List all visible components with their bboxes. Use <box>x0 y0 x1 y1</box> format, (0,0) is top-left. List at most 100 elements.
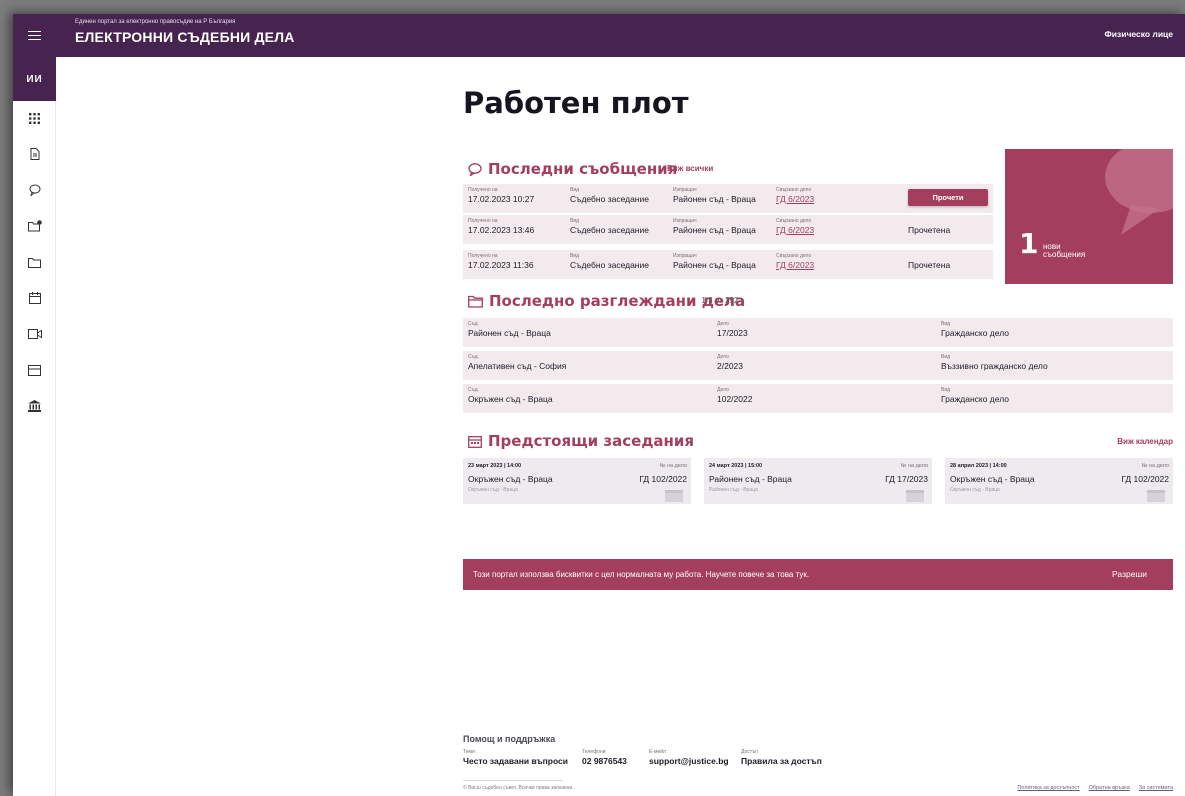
document-icon[interactable] <box>13 145 56 163</box>
hearing-card[interactable]: 28 април 2023 | 14:00 № на дело Окръжен … <box>945 458 1173 504</box>
avatar[interactable]: ИИ <box>13 57 56 101</box>
new-messages-tile[interactable]: 1 нови съобщения <box>1005 149 1173 284</box>
case-label: Свързано дело <box>776 187 812 193</box>
type-label: Вид <box>941 387 951 393</box>
hearing-court: Окръжен съд - Враца <box>468 474 553 484</box>
court-label: Съд <box>468 321 478 327</box>
sender-label: Изпращач <box>673 253 697 259</box>
access-rules-link[interactable]: Правила за достъп <box>741 756 822 766</box>
footer-topics[interactable]: Теми Често задавани въпроси <box>463 749 568 766</box>
court-value: Районен съд - Враца <box>468 328 551 338</box>
hearing-case-number: ГД 102/2022 <box>639 474 687 484</box>
hearings-title-text: Предстоящи заседания <box>488 432 695 450</box>
received-value: 17.02.2023 13:46 <box>468 225 535 235</box>
sender-label: Изпращач <box>673 218 697 224</box>
case-label: Свързано дело <box>776 253 812 259</box>
case-link[interactable]: ГД 6/2023 <box>776 225 814 235</box>
footer-links: Политика за достъпност Обратна връзка За… <box>1017 785 1173 791</box>
folder-new-icon[interactable] <box>13 217 56 235</box>
calendar-icon <box>468 435 482 448</box>
court-value: Окръжен съд - Враца <box>468 394 553 404</box>
copyright: © Висш съдебен съвет. Всички права запаз… <box>463 785 574 791</box>
sender-value: Районен съд - Враца <box>673 225 756 235</box>
calendar-icon <box>906 490 924 502</box>
sidebar: ИИ <box>13 57 56 796</box>
top-bar: Единен портал за електронно правосъдие н… <box>13 14 1185 57</box>
case-value: 102/2022 <box>717 394 753 404</box>
folder-icon <box>468 295 483 308</box>
chat-icon[interactable] <box>13 181 56 199</box>
received-value: 17.02.2023 11:36 <box>468 260 534 270</box>
menu-icon[interactable] <box>13 14 56 57</box>
hearing-court: Районен съд - Враца <box>709 474 792 484</box>
grid-icon[interactable] <box>13 109 56 127</box>
accept-cookies-button[interactable]: Разреши <box>1112 569 1147 579</box>
read-button[interactable]: Прочети <box>908 189 988 206</box>
case-link[interactable]: ГД 6/2023 <box>776 194 814 204</box>
see-all-messages-link[interactable]: Виж всички <box>667 164 713 173</box>
hearing-court-small: Окръжен съд - Враца <box>468 487 518 493</box>
case-link[interactable]: ГД 6/2023 <box>776 260 814 270</box>
footer-divider <box>463 780 563 781</box>
sender-value: Районен съд - Враца <box>673 260 756 270</box>
email-link[interactable]: support@justice.bg <box>649 756 729 766</box>
faq-link[interactable]: Често задавани въпроси <box>463 756 568 766</box>
case-row[interactable]: Съд Окръжен съд - Враца Дело 102/2022 Вид Г… <box>463 384 1173 413</box>
portal-title[interactable]: ЕЛЕКТРОННИ СЪДЕБНИ ДЕЛА <box>75 29 295 45</box>
speech-bubble-icon <box>1105 149 1173 235</box>
messages-title-text: Последни съобщения <box>488 160 678 178</box>
hearing-court-small: Районен съд - Враца <box>709 487 758 493</box>
message-row[interactable]: Получено на 17.02.2023 10:27 Вид Съдебно з… <box>463 184 993 213</box>
type-value: Съдебно заседание <box>570 194 649 204</box>
hearing-case-number: ГД 17/2023 <box>885 474 928 484</box>
chat-icon <box>468 162 482 176</box>
hearing-date: 24 март 2023 | 15:00 <box>709 463 763 469</box>
card-icon[interactable] <box>13 361 56 379</box>
case-label: Свързано дело <box>776 218 812 224</box>
hearing-date: 28 април 2023 | 14:00 <box>950 463 1007 469</box>
received-label: Получено на <box>468 218 498 224</box>
calendar-icon <box>1147 490 1165 502</box>
case-label: Дело <box>717 321 729 327</box>
received-label: Получено на <box>468 187 498 193</box>
footer-label: E-мейл <box>649 749 666 755</box>
message-row[interactable]: Получено на 17.02.2023 11:36 Вид Съдебно з… <box>463 250 993 279</box>
court-value: Апелативен съд - София <box>468 361 567 371</box>
folder-icon[interactable] <box>13 253 56 271</box>
accessibility-link[interactable]: Политика за достъпност <box>1017 785 1079 791</box>
case-row[interactable]: Съд Районен съд - Враца Дело 17/2023 Вид Гр… <box>463 318 1173 347</box>
type-value: Гражданско дело <box>941 328 1009 338</box>
see-calendar-link[interactable]: Виж календар <box>1117 437 1173 446</box>
hearing-card[interactable]: 23 март 2023 | 14:00 № на дело Окръжен с… <box>463 458 691 504</box>
calendar-icon[interactable] <box>13 289 56 307</box>
hearings-section-title: Предстоящи заседания <box>468 432 694 450</box>
phone-value: 02 9876543 <box>582 756 627 766</box>
case-row[interactable]: Съд Апелативен съд - София Дело 2/2023 Вид… <box>463 351 1173 380</box>
footer-email[interactable]: E-мейл support@justice.bg <box>649 749 729 766</box>
portal-subtitle: Единен портал за електронно правосъдие н… <box>75 19 236 25</box>
sender-value: Районен съд - Враца <box>673 194 756 204</box>
hearing-date: 23 март 2023 | 14:00 <box>468 463 522 469</box>
case-value: 17/2023 <box>717 328 748 338</box>
type-label: Вид <box>941 354 951 360</box>
case-no-label: № на дело <box>1141 463 1169 469</box>
footer-label: Телефони <box>582 749 606 755</box>
type-label: Вид <box>570 253 580 259</box>
institution-icon[interactable] <box>13 397 56 415</box>
about-system-link[interactable]: За системата <box>1139 785 1173 791</box>
calendar-icon <box>665 490 683 502</box>
cookie-text: Този портал използва бисквитки с цел нор… <box>473 570 810 579</box>
type-value: Гражданско дело <box>941 394 1009 404</box>
footer-phones: Телефони 02 9876543 <box>582 749 627 766</box>
message-row[interactable]: Получено на 17.02.2023 13:46 Вид Съдебно з… <box>463 215 993 244</box>
footer-access[interactable]: Достъп Правила за достъп <box>741 749 822 766</box>
user-type-link[interactable]: Физическо лице <box>1105 29 1173 39</box>
court-label: Съд <box>468 387 478 393</box>
video-icon[interactable] <box>13 325 56 343</box>
feedback-link[interactable]: Обратна връзка <box>1089 785 1130 791</box>
hearing-card[interactable]: 24 март 2023 | 15:00 № на дело Районен с… <box>704 458 932 504</box>
type-value: Въззивно гражданско дело <box>941 361 1048 371</box>
type-label: Вид <box>941 321 951 327</box>
hearing-case-number: ГД 102/2022 <box>1121 474 1169 484</box>
browser-page: Единен портал за електронно правосъдие н… <box>13 14 1185 796</box>
